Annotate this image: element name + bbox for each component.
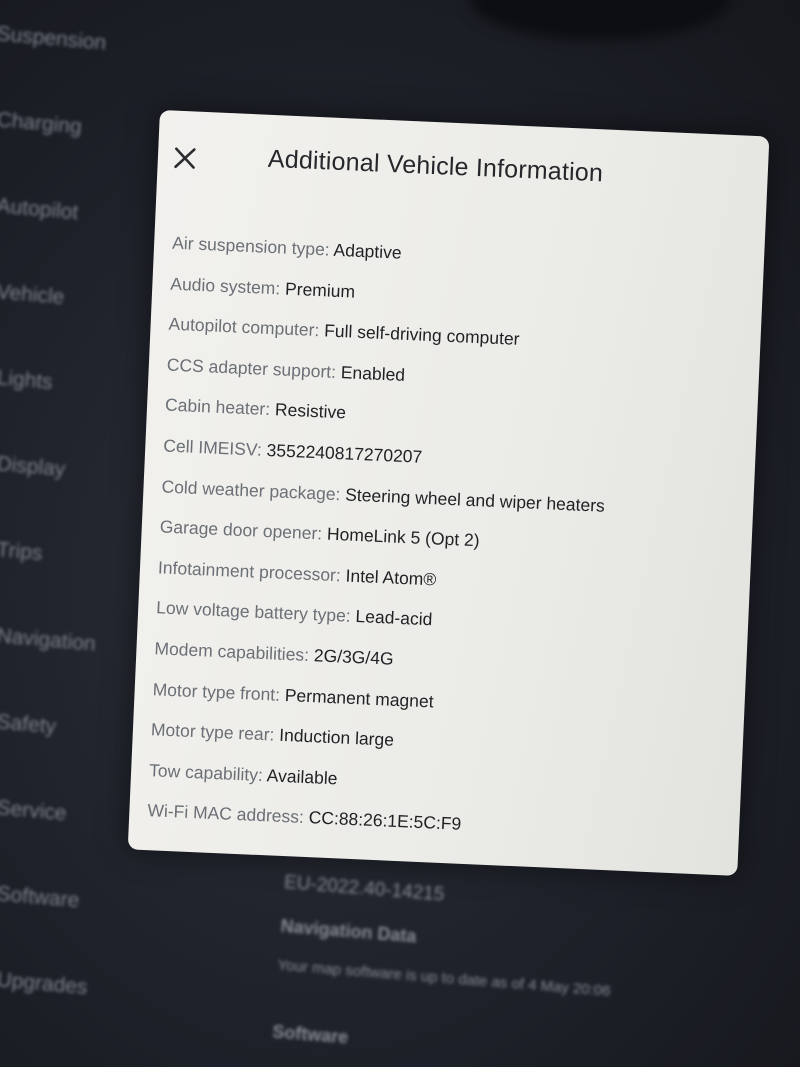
sidebar-item-autopilot[interactable]: Autopilot [0,194,147,293]
sidebar-item-trips[interactable]: Trips [0,538,147,637]
info-value: Induction large [278,724,395,750]
info-value: Adaptive [333,239,403,263]
info-value: 2G/3G/4G [313,645,395,669]
sidebar-item-safety[interactable]: Safety [0,710,147,809]
vehicle-info-list: Air suspension type: Adaptive Audio syst… [146,233,752,867]
sidebar-item-suspension[interactable]: Suspension [0,22,147,121]
software-panel: EU-2022.40-14215 Navigation Data Your ma… [272,872,764,1067]
sidebar-item-charging[interactable]: Charging [0,108,147,207]
info-value: Enabled [340,361,406,385]
info-label: Motor type front: [152,678,281,705]
sidebar-item-upgrades[interactable]: Upgrades [0,968,147,1067]
sidebar-item-lights[interactable]: Lights [0,366,147,465]
info-value: Resistive [274,399,347,423]
sidebar-item-software[interactable]: Software [0,882,147,981]
info-label: Motor type rear: [150,719,275,745]
info-label: Tow capability: [148,759,264,785]
tesla-screen: Suspension Charging Autopilot Vehicle Li… [0,0,800,1067]
close-icon[interactable] [171,145,198,172]
info-value: Available [266,765,338,789]
settings-sidebar: Suspension Charging Autopilot Vehicle Li… [0,22,144,1054]
sidebar-item-navigation[interactable]: Navigation [0,624,147,723]
modal-title: Additional Vehicle Information [267,144,604,188]
software-title: Software [271,1021,350,1048]
info-value: Lead-acid [355,606,433,630]
sidebar-item-service[interactable]: Service [0,796,147,895]
info-value: Intel Atom® [345,565,437,590]
sidebar-item-display[interactable]: Display [0,452,147,551]
info-label: Cabin heater: [164,394,271,420]
info-label: Air suspension type: [171,232,331,260]
info-label: Cell IMEISV: [162,435,263,460]
dark-shape [470,0,730,40]
info-value: Premium [284,278,356,302]
sidebar-item-vehicle[interactable]: Vehicle [0,280,147,379]
additional-vehicle-info-modal: Additional Vehicle Information Air suspe… [127,110,770,876]
info-label: Audio system: [170,273,281,298]
